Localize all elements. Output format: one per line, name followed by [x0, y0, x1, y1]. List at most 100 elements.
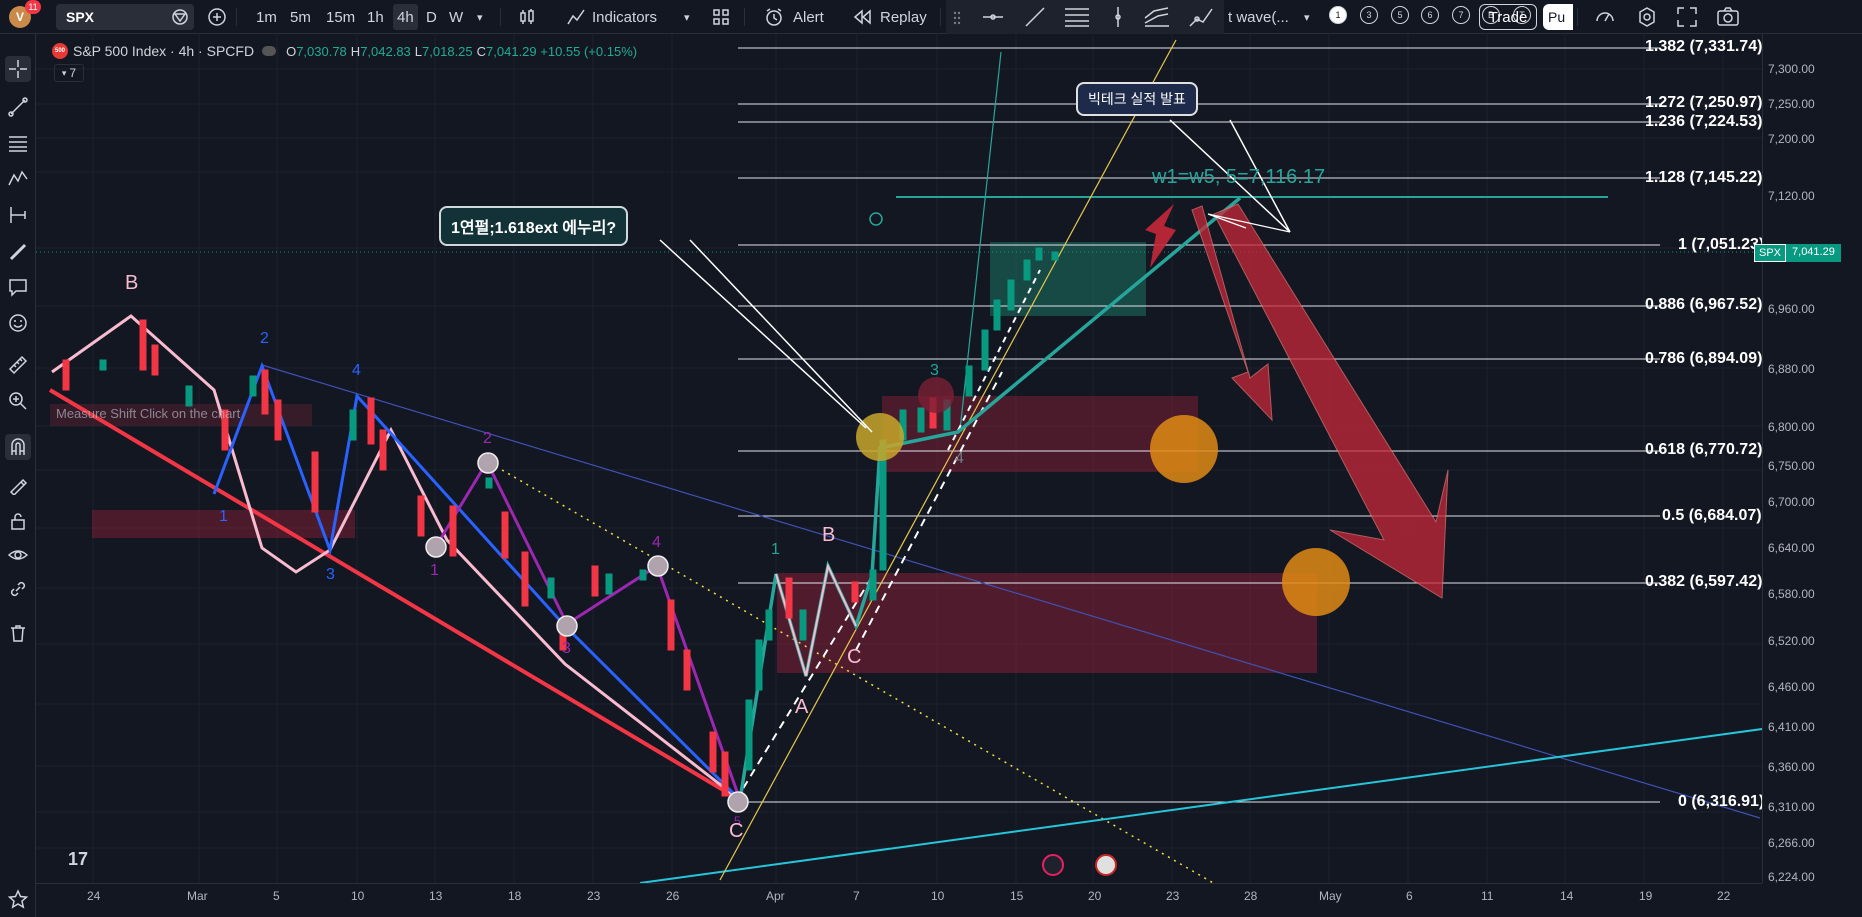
timeframe-d[interactable]: D	[426, 0, 437, 34]
alarm-marker-icon[interactable]	[869, 212, 883, 226]
timeframe-dropdown-icon[interactable]: ▾	[477, 0, 483, 34]
timeframe-1m[interactable]: 1m	[256, 0, 277, 34]
wave-template-select[interactable]: t wave(...	[1228, 0, 1289, 34]
projection-arrow-2[interactable]	[1213, 203, 1449, 599]
candles-chart-type-icon[interactable]	[518, 8, 536, 26]
alert-clock-icon[interactable]	[764, 7, 784, 27]
add-symbol-icon[interactable]	[208, 8, 226, 26]
replay-button[interactable]: Replay	[880, 0, 927, 34]
favorites-tool[interactable]	[5, 886, 31, 912]
fib-label-0618[interactable]: 0.618 (6,770.72)	[1645, 441, 1762, 459]
fib-tool[interactable]	[5, 130, 31, 156]
compare-icon[interactable]	[172, 9, 188, 25]
path-tool-icon[interactable]	[1188, 6, 1214, 28]
indicators-icon[interactable]	[566, 8, 586, 26]
delete-drawings-tool[interactable]	[5, 620, 31, 646]
vertical-line-tool-icon[interactable]	[1108, 6, 1128, 28]
fullscreen-icon[interactable]	[1676, 6, 1698, 28]
camera-snapshot-icon[interactable]	[1716, 6, 1740, 28]
alert-button[interactable]: Alert	[793, 0, 824, 34]
fib-label-05[interactable]: 0.5 (6,684.07)	[1662, 507, 1762, 525]
wave-label-3-blue[interactable]: 3	[326, 566, 335, 584]
wave-label-c-low[interactable]: C	[729, 820, 743, 843]
link-tool[interactable]	[5, 576, 31, 602]
crosshair-tool[interactable]	[5, 56, 31, 82]
wave-purple-impulse[interactable]	[433, 458, 742, 801]
wave-label-1-blue[interactable]: 1	[219, 508, 228, 526]
chart-pane[interactable]	[36, 34, 1862, 917]
replay-icon[interactable]	[852, 8, 872, 26]
pitchfork-tool-icon[interactable]	[1144, 6, 1170, 28]
highlight-circle-orange-2[interactable]	[1282, 548, 1350, 616]
tradingview-logo-icon[interactable]: 17	[68, 849, 88, 870]
callout-label-2[interactable]: 빅테크 실적 발표	[1076, 82, 1198, 116]
magnet-tool[interactable]	[5, 434, 31, 460]
fib-label-1382[interactable]: 1.382 (7,331.74)	[1645, 38, 1762, 56]
fib-label-0786[interactable]: 0.786 (6,894.09)	[1645, 350, 1762, 368]
timeframe-15m[interactable]: 15m	[326, 0, 355, 34]
fib-label-1128[interactable]: 1.128 (7,145.22)	[1645, 169, 1762, 187]
fib-retracement-tool-icon[interactable]	[1064, 6, 1090, 28]
chart-canvas[interactable]	[36, 34, 1862, 917]
wave-label-1-teal[interactable]: 1	[771, 541, 780, 559]
wave-label-4-blue[interactable]: 4	[352, 362, 361, 380]
time-axis[interactable]	[36, 883, 1762, 917]
wave-label-2-blue[interactable]: 2	[260, 330, 269, 348]
wave-label-a[interactable]: A	[795, 696, 808, 719]
wave-label-b-mid[interactable]: B	[822, 524, 835, 547]
indicators-button[interactable]: Indicators	[592, 0, 657, 34]
layout-grid-icon[interactable]	[712, 8, 730, 26]
forecast-tool[interactable]	[5, 202, 31, 228]
wave-degree-3[interactable]: 3	[1360, 6, 1378, 24]
fib-label-0[interactable]: 0 (6,316.91)	[1678, 793, 1764, 811]
callout-label-1[interactable]: 1연펄;1.618ext 에누리?	[439, 206, 629, 246]
measure-tool[interactable]	[5, 352, 31, 378]
long-support-line[interactable]	[639, 725, 1785, 884]
settings-gear-icon[interactable]	[1636, 6, 1658, 28]
dotted-trend-line[interactable]	[489, 462, 1216, 885]
trend-line-tool-icon[interactable]	[1024, 6, 1046, 28]
wave-label-1-purple[interactable]: 1	[430, 562, 439, 580]
text-tool[interactable]	[5, 274, 31, 300]
speedometer-icon[interactable]	[1594, 6, 1616, 28]
lock-drawings-tool[interactable]	[5, 508, 31, 534]
fib-label-1[interactable]: 1 (7,051.23)	[1678, 236, 1764, 254]
wave-label-4-teal[interactable]: 4	[955, 450, 964, 468]
fib-label-1236[interactable]: 1.236 (7,224.53)	[1645, 113, 1762, 131]
indicators-dropdown-icon[interactable]: ▾	[684, 0, 690, 34]
wave-label-2-purple[interactable]: 2	[483, 430, 492, 448]
horizontal-line-tool-icon[interactable]	[982, 8, 1004, 26]
indicators-collapse-button[interactable]: ▾ 7	[54, 64, 84, 82]
wave-label-b-left[interactable]: B	[125, 272, 138, 295]
trade-button[interactable]: Trade	[1479, 4, 1537, 30]
wave-label-c-mid[interactable]: C	[847, 646, 861, 669]
pattern-tool[interactable]	[5, 166, 31, 192]
fib-label-0886[interactable]: 0.886 (6,967.52)	[1645, 296, 1762, 314]
legend-title[interactable]: S&P 500 Index · 4h · SPCFD	[73, 43, 254, 59]
hide-drawings-tool[interactable]	[5, 542, 31, 568]
fib-label-1272[interactable]: 1.272 (7,250.97)	[1645, 94, 1762, 112]
wave-degree-5[interactable]: 5	[1391, 6, 1409, 24]
publish-button[interactable]: Pu	[1543, 4, 1573, 30]
wave-blue-impulse[interactable]	[212, 361, 742, 802]
trend-line-tool[interactable]	[5, 94, 31, 120]
timeframe-w[interactable]: W	[449, 0, 463, 34]
brush-tool[interactable]	[5, 238, 31, 264]
us-flag-events-icon[interactable]	[1095, 854, 1117, 876]
wave-label-3-teal[interactable]: 3	[930, 362, 939, 380]
fib-label-0382[interactable]: 0.382 (6,597.42)	[1645, 573, 1762, 591]
highlight-circle-orange-1[interactable]	[1150, 415, 1218, 483]
timeframe-1h[interactable]: 1h	[367, 0, 384, 34]
highlight-circle-yellow[interactable]	[856, 413, 904, 461]
drawing-mode-tool[interactable]	[5, 472, 31, 498]
lower-channel-line[interactable]	[48, 388, 742, 802]
timeframe-4h[interactable]: 4h	[393, 4, 418, 30]
drag-handle-icon[interactable]	[952, 10, 962, 26]
visibility-toggle-icon[interactable]	[262, 46, 277, 56]
icons-tool[interactable]	[5, 310, 31, 336]
wave-template-dropdown-icon[interactable]: ▾	[1304, 0, 1310, 34]
wave-label-4-purple[interactable]: 4	[652, 534, 661, 552]
timeframe-5m[interactable]: 5m	[290, 0, 311, 34]
wave-pink-abc[interactable]	[51, 314, 741, 802]
wave-degree-6[interactable]: 6	[1421, 6, 1439, 24]
